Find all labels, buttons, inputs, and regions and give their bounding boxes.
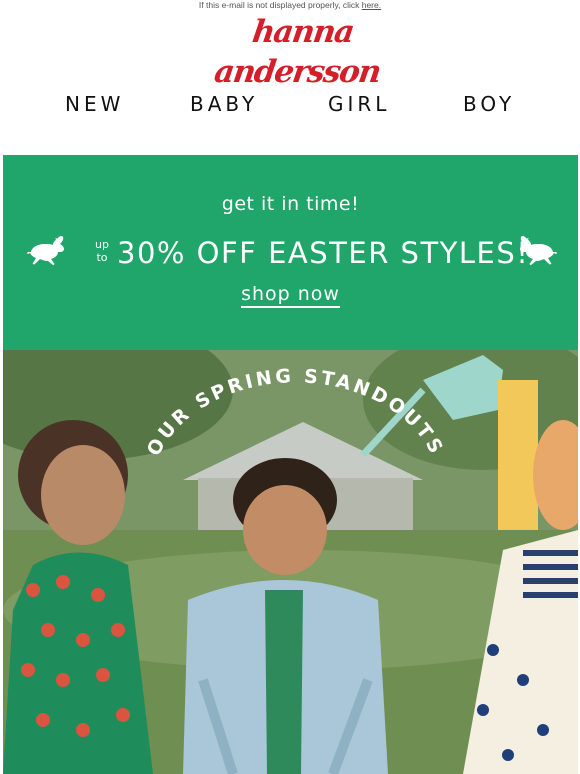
spring-standouts-title: OUR SPRING STANDOUTS [143,365,445,460]
headline-text: 30% OFF EASTER STYLES! [117,236,530,270]
preheader-text: If this e-mail is not displayed properly… [198,0,362,10]
preheader-link[interactable]: here. [362,0,381,10]
hero-title: OUR SPRING STANDOUTS [143,365,448,460]
upto-label: up to [95,238,109,264]
bunny-icon [520,235,557,265]
brand-logo[interactable]: hanna andersson [190,12,410,90]
nav-item-new[interactable]: NEW [65,90,124,118]
svg-text:OUR SPRING STANDOUTS: OUR SPRING STANDOUTS [143,365,448,460]
hero-image[interactable]: OUR SPRING STANDOUTS [3,350,578,774]
banner-headline: up to 30% OFF EASTER STYLES! [3,233,578,273]
main-nav: NEW BABY GIRL BOY [0,90,580,118]
shop-now-link[interactable]: shop now [3,283,578,308]
nav-item-baby[interactable]: BABY [190,90,258,118]
nav-item-girl[interactable]: GIRL [328,90,390,118]
preheader: If this e-mail is not displayed properly… [0,0,580,10]
banner-kicker: get it in time! [221,193,360,215]
nav-item-boy[interactable]: BOY [463,90,515,118]
logo-wordmark: hanna andersson [212,14,383,90]
promo-banner[interactable]: get it in time! up to 30% OFF EASTER STY… [3,155,578,350]
